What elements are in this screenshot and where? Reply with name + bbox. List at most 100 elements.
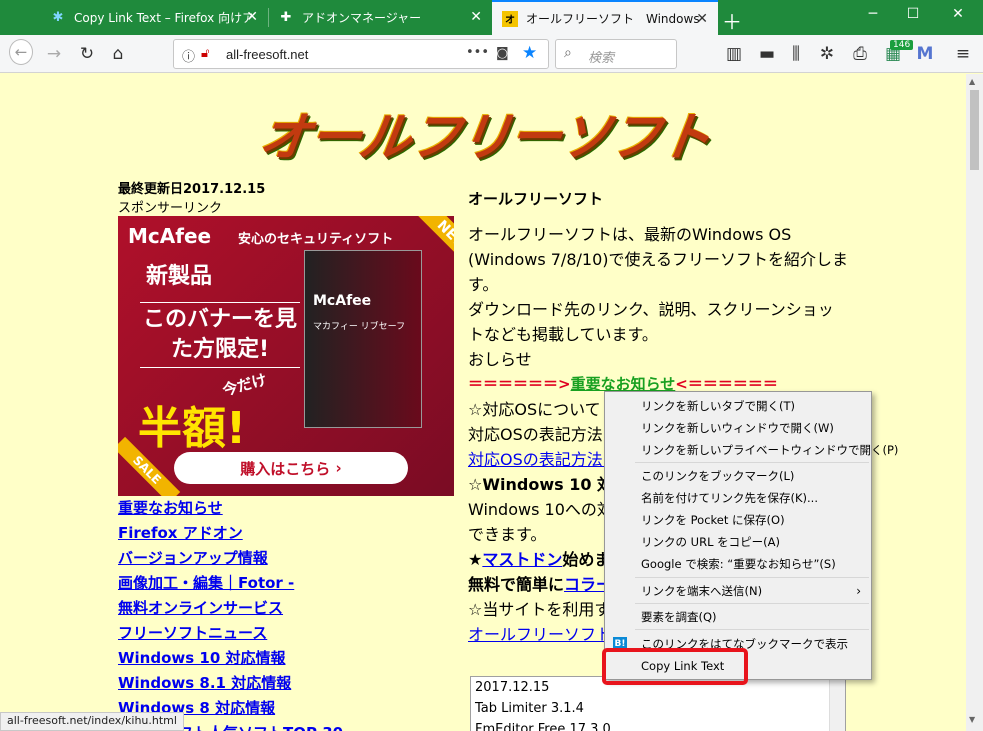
tab-title: Copy Link Text – Firefox 向けアド [74, 11, 252, 25]
insecure-lock-icon[interactable]: 🔓︎ [201, 46, 209, 61]
back-button[interactable]: ← [9, 39, 33, 65]
tab-all-freesoft[interactable]: オ オールフリーソフト Windows 7･8･ ✕ [492, 0, 718, 35]
puzzle-icon: ✚ [280, 10, 292, 25]
menu-hamburger-icon[interactable]: ≡ [951, 42, 975, 66]
nav-link[interactable]: フリーソフトニュース [118, 621, 343, 646]
info-icon[interactable]: ⓘ [182, 46, 195, 65]
forward-arrow-icon[interactable]: → [42, 42, 66, 66]
close-icon[interactable]: ✕ [470, 9, 482, 25]
mcafee-ad-banner[interactable]: McAfee 安心のセキュリティソフト NEW 新製品 このバナーを見た方限定!… [118, 216, 454, 496]
ad-buy-button[interactable]: 購入はこちら › [174, 452, 408, 484]
nav-link[interactable]: 重要なお知らせ [118, 496, 343, 521]
menu-inspect-element[interactable]: 要素を調査(Q) [605, 606, 871, 628]
list-item[interactable]: FmEditor Free 17.3.0 [471, 719, 845, 731]
listbox-scrollbar[interactable] [829, 677, 845, 731]
nav-link[interactable]: Windows 8.1 対応情報 [118, 671, 343, 696]
highlight-box [602, 648, 748, 685]
ad-new-ribbon: NEW [418, 216, 454, 271]
ad-brand: McAfee [128, 224, 212, 248]
home-icon[interactable]: ⌂ [106, 42, 130, 66]
scroll-down-arrow-icon[interactable]: ▼ [969, 715, 975, 724]
menu-separator [635, 462, 869, 463]
list-item[interactable]: Tab Limiter 3.1.4 [471, 698, 845, 719]
ad-box-product: マカフィー リブセーフ [313, 322, 406, 332]
nav-link[interactable]: Windows 10 対応情報 [118, 646, 343, 671]
intro-text-2: ダウンロード先のリンク、説明、スクリーンショットなども掲載しています。 [468, 300, 834, 344]
menu-google-search[interactable]: Google で検索: “重要なお知らせ”(S) [605, 553, 871, 575]
synced-tabs-icon[interactable]: ▬ [755, 42, 779, 66]
site-logo-text: オールフリーソフト [254, 107, 714, 168]
gmail-icon[interactable]: M [913, 42, 937, 66]
search-bar[interactable]: ⌕ 検索 [555, 39, 677, 69]
status-url: all-freesoft.net/index/kihu.html [0, 712, 184, 731]
scroll-up-arrow-icon[interactable]: ▲ [969, 77, 975, 86]
search-icon: ⌕ [564, 45, 572, 61]
ad-buy-label: 購入はこちら [240, 459, 331, 478]
menu-send-link-to-device[interactable]: リンクを端末へ送信(N) › [605, 580, 871, 602]
site-icon: オ [502, 10, 518, 27]
main-title: オールフリーソフト [468, 190, 604, 208]
menu-send-label: リンクを端末へ送信(N) [641, 584, 763, 598]
last-updated: 最終更新日2017.12.15 [118, 182, 266, 197]
page-actions-icon[interactable]: ••• [466, 45, 489, 60]
nav-link[interactable]: バージョンアップ情報 [118, 546, 343, 571]
menu-bookmark-link[interactable]: このリンクをブックマーク(L) [605, 465, 871, 487]
menu-save-link-as[interactable]: 名前を付けてリンク先を保存(K)... [605, 487, 871, 509]
menu-separator [635, 603, 869, 604]
tab-copy-link-text[interactable]: ✱ Copy Link Text – Firefox 向けアド ✕ [40, 0, 268, 35]
settings-gear-icon[interactable]: ✲ [815, 42, 839, 66]
nav-link[interactable]: 画像加工・編集｜Fotor - [118, 571, 343, 596]
ad-limited: このバナーを見た方限定! [140, 302, 300, 368]
site-logo[interactable]: オールフリーソフト [250, 92, 720, 172]
url-bar[interactable]: ⓘ 🔓︎ all-freesoft.net ••• ◙ ★ [173, 39, 549, 69]
sidebar-icon[interactable]: ▥ [722, 42, 746, 66]
window-close-icon[interactable]: ✕ [938, 6, 978, 22]
puzzle-icon: ✱ [52, 10, 64, 25]
maximize-icon[interactable]: ☐ [893, 6, 933, 22]
back-arrow-icon: ← [9, 39, 33, 65]
close-icon[interactable]: ✕ [246, 9, 258, 25]
menu-save-to-pocket[interactable]: リンクを Pocket に保存(O) [605, 509, 871, 531]
chevron-right-icon: › [335, 459, 342, 477]
close-icon[interactable]: ✕ [696, 11, 708, 27]
sponsor-label: スポンサーリンク [118, 201, 223, 216]
tab-bar: ✱ Copy Link Text – Firefox 向けアド ✕ ✚ アドオン… [0, 0, 983, 35]
tab-addon-manager[interactable]: ✚ アドオンマネージャー ✕ [268, 0, 492, 35]
intro-text: オールフリーソフトは、最新のWindows OS (Windows 7/8/10… [468, 225, 849, 294]
pocket-icon[interactable]: ◙ [496, 46, 509, 61]
oshirase-label: おしらせ [468, 350, 532, 369]
reload-icon[interactable]: ↻ [75, 42, 99, 66]
scroll-thumb[interactable] [970, 90, 979, 170]
menu-open-new-window[interactable]: リンクを新しいウィンドウで開く(W) [605, 417, 871, 439]
tab-title: アドオンマネージャー [302, 11, 422, 25]
menu-separator [635, 577, 869, 578]
menu-open-new-tab[interactable]: リンクを新しいタブで開く(T) [605, 395, 871, 417]
tab-title: オールフリーソフト Windows 7･8･ [526, 12, 702, 26]
left-nav-links: 重要なお知らせ Firefox アドオン バージョンアップ情報 画像加工・編集｜… [118, 496, 343, 731]
star-prefix: ★ [468, 550, 483, 569]
context-menu: リンクを新しいタブで開く(T) リンクを新しいウィンドウで開く(W) リンクを新… [604, 391, 898, 680]
url-text[interactable]: all-freesoft.net [226, 47, 308, 62]
ad-half-price: 半額! [138, 403, 247, 454]
ad-box-brand: McAfee [313, 293, 372, 309]
mastodon-link[interactable]: マストドン [482, 550, 562, 569]
print-icon[interactable]: ⎙ [848, 42, 872, 66]
extension-badge: 146 [890, 40, 914, 50]
menu-open-private-window[interactable]: リンクを新しいプライベートウィンドウで開く(P) [605, 439, 898, 461]
minimize-icon[interactable]: ─ [853, 6, 893, 22]
menu-separator [635, 629, 869, 630]
search-placeholder: 検索 [588, 51, 615, 66]
notice-arrow-left: ＝＝＝＝＝＝> [468, 375, 571, 393]
library-icon[interactable]: ⫼ [784, 42, 808, 66]
ad-product-box: McAfee マカフィー リブセーフ [304, 250, 422, 428]
nav-link[interactable]: 無料オンラインサービス [118, 596, 343, 621]
nav-link[interactable]: Firefox アドオン [118, 521, 343, 546]
ad-new-product: 新製品 [146, 264, 213, 289]
navigation-toolbar: ← → ↻ ⌂ ⓘ 🔓︎ all-freesoft.net ••• ◙ ★ ⌕ … [0, 35, 983, 73]
new-tab-plus-icon[interactable]: ＋ [722, 6, 742, 35]
page-scrollbar[interactable]: ▲ ▼ [966, 74, 983, 731]
collage-prefix: 無料で簡単に [468, 575, 565, 594]
star-bookmark-icon[interactable]: ★ [522, 43, 537, 63]
menu-copy-link-url[interactable]: リンクの URL をコピー(A) [605, 531, 871, 553]
submenu-arrow-icon: › [856, 584, 861, 598]
